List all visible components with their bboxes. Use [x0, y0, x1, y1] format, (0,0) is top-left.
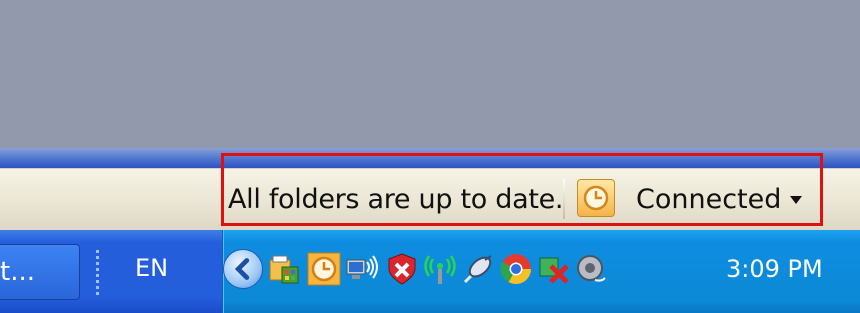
outlook-status-bar: All folders are up to date. Connected	[0, 168, 860, 231]
clock-icon[interactable]	[307, 252, 341, 286]
toolbar-grip[interactable]	[94, 248, 102, 296]
system-clock[interactable]: 3:09 PM	[726, 255, 823, 283]
speaker-icon[interactable]	[575, 252, 609, 286]
language-indicator[interactable]: EN	[135, 254, 168, 282]
sync-status-text: All folders are up to date.	[228, 184, 564, 215]
wireless-icon[interactable]	[423, 252, 457, 286]
outlook-calendar-icon[interactable]	[267, 252, 301, 286]
system-tray: 3:09 PM	[222, 230, 860, 313]
taskbar-window-label: t...	[0, 257, 35, 287]
desktop-background	[0, 0, 860, 150]
chevron-left-icon[interactable]	[223, 249, 263, 289]
taskbar: t... EN 3:09 PM	[0, 230, 860, 313]
network-icon[interactable]	[345, 252, 379, 286]
satellite-icon[interactable]	[461, 252, 495, 286]
connection-clock-icon[interactable]	[577, 179, 615, 217]
status-separator	[563, 179, 565, 219]
dropdown-arrow-icon[interactable]	[790, 196, 802, 204]
window-border	[0, 148, 860, 168]
security-shield-icon[interactable]	[385, 252, 419, 286]
taskbar-window-button[interactable]: t...	[0, 244, 80, 300]
cross-out-icon[interactable]	[537, 252, 571, 286]
connection-status-label[interactable]: Connected	[636, 184, 781, 215]
chrome-icon[interactable]	[499, 252, 533, 286]
